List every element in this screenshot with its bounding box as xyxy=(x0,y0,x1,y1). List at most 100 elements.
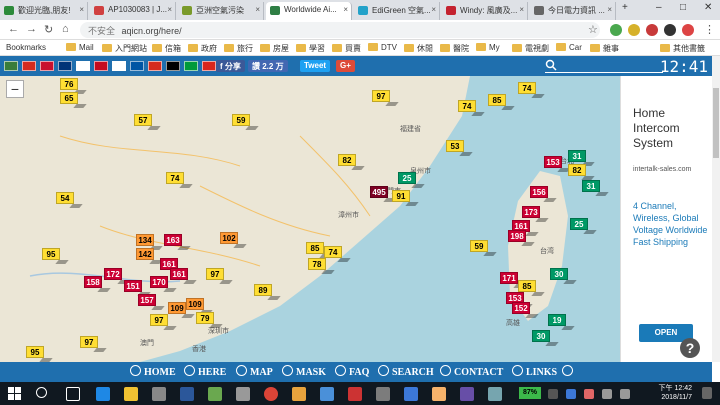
menu-search[interactable]: SEARCH xyxy=(378,365,434,378)
aqi-marker[interactable]: 76 xyxy=(60,78,78,90)
menu-faq[interactable]: FAQ xyxy=(335,365,369,378)
aqi-marker[interactable]: 74 xyxy=(324,246,342,258)
ad-url[interactable]: intertalk-sales.com xyxy=(633,166,691,173)
aqi-marker[interactable]: 142 xyxy=(136,248,154,260)
tab-3[interactable]: 亞洲空氣污染 × xyxy=(178,2,264,20)
bookmark-item[interactable]: 房屋 xyxy=(260,43,289,54)
language-flag[interactable] xyxy=(40,61,54,71)
tab-5[interactable]: EdiGreen 空氣... × xyxy=(354,2,440,20)
tab-4-active[interactable]: Worldwide Ai... × xyxy=(266,2,352,20)
aqi-marker[interactable]: 85 xyxy=(518,280,536,292)
forward-icon[interactable]: → xyxy=(26,23,37,35)
close-icon[interactable]: × xyxy=(255,5,260,14)
extension-icon[interactable] xyxy=(682,24,694,36)
store-icon[interactable] xyxy=(152,387,166,401)
bookmark-item[interactable]: My xyxy=(476,43,500,52)
close-icon[interactable]: × xyxy=(167,5,172,14)
bookmark-item[interactable]: 政府 xyxy=(188,43,217,54)
app-icon[interactable] xyxy=(236,387,250,401)
language-flag[interactable] xyxy=(184,61,198,71)
aqi-marker[interactable]: 79 xyxy=(196,312,214,324)
home-icon[interactable]: ⌂ xyxy=(62,23,69,35)
bookmark-item[interactable]: 雜事 xyxy=(590,43,619,54)
aqi-marker[interactable]: 156 xyxy=(530,186,548,198)
bookmark-item[interactable]: 電視劇 xyxy=(512,43,549,54)
tray-icon[interactable] xyxy=(566,389,576,399)
app-icon[interactable] xyxy=(488,387,502,401)
language-flag[interactable] xyxy=(202,61,216,71)
close-window-icon[interactable]: ✕ xyxy=(704,2,712,13)
aqi-marker[interactable]: 97 xyxy=(206,268,224,280)
aqi-marker[interactable]: 30 xyxy=(532,330,550,342)
bookmark-item[interactable]: 旅行 xyxy=(224,43,253,54)
volume-icon[interactable] xyxy=(620,389,630,399)
back-icon[interactable]: ← xyxy=(8,23,19,35)
menu-links[interactable]: LINKS xyxy=(512,365,557,378)
aqi-marker[interactable]: 158 xyxy=(84,276,102,288)
ad-title[interactable]: Home Intercom System xyxy=(633,106,709,151)
menu-here[interactable]: HERE xyxy=(184,365,226,378)
app-icon[interactable] xyxy=(320,387,334,401)
close-icon[interactable]: × xyxy=(519,5,524,14)
bookmark-item[interactable]: DTV xyxy=(368,43,397,52)
extension-icon[interactable] xyxy=(610,24,622,36)
bookmark-item[interactable]: 學習 xyxy=(296,43,325,54)
battery-indicator[interactable]: 87% xyxy=(519,387,541,399)
aqi-marker[interactable]: 82 xyxy=(568,164,586,176)
wifi-icon[interactable] xyxy=(602,389,612,399)
aqi-marker[interactable]: 173 xyxy=(522,206,540,218)
share-button[interactable]: f 分享 xyxy=(216,60,245,72)
aqi-marker[interactable]: 157 xyxy=(138,294,156,306)
language-flag[interactable] xyxy=(22,61,36,71)
close-icon[interactable]: × xyxy=(343,5,348,14)
gplus-button[interactable]: G+ xyxy=(336,60,355,72)
aqi-marker[interactable]: 198 xyxy=(508,230,526,242)
aqi-marker[interactable]: 54 xyxy=(56,192,74,204)
bookmark-item[interactable]: 信箱 xyxy=(152,43,181,54)
aqi-marker[interactable]: 57 xyxy=(134,114,152,126)
scrollbar-thumb[interactable] xyxy=(713,88,719,158)
aqi-marker[interactable]: 59 xyxy=(232,114,250,126)
aqi-marker[interactable]: 82 xyxy=(338,154,356,166)
extension-icon[interactable] xyxy=(664,24,676,36)
new-tab-icon[interactable]: + xyxy=(622,2,628,13)
edge-icon[interactable] xyxy=(96,387,110,401)
aqi-marker[interactable]: 109 xyxy=(186,298,204,310)
page-scrollbar[interactable] xyxy=(712,56,720,362)
aqi-marker[interactable]: 59 xyxy=(470,240,488,252)
aqi-marker[interactable]: 89 xyxy=(254,284,272,296)
aqi-marker[interactable]: 495 xyxy=(370,186,388,198)
app-icon[interactable] xyxy=(376,387,390,401)
tab-1[interactable]: 歡迎光臨,朋友! × xyxy=(0,2,88,20)
app-icon[interactable] xyxy=(404,387,418,401)
bookmark-item[interactable]: 買賣 xyxy=(332,43,361,54)
like-button[interactable]: 讚 2.2 万 xyxy=(248,60,288,72)
extension-icon[interactable] xyxy=(628,24,640,36)
language-flag[interactable] xyxy=(130,61,144,71)
extension-icon[interactable] xyxy=(646,24,658,36)
tab-7[interactable]: 今日電力資訊 ... × xyxy=(530,2,616,20)
file-explorer-icon[interactable] xyxy=(124,387,138,401)
aqi-marker[interactable]: 161 xyxy=(170,268,188,280)
aqi-marker[interactable]: 109 xyxy=(168,302,186,314)
url-input[interactable]: 不安全 aqicn.org/here/ xyxy=(80,22,600,38)
tray-icon[interactable] xyxy=(548,389,558,399)
aqi-marker[interactable]: 91 xyxy=(392,190,410,202)
aqi-marker[interactable]: 30 xyxy=(550,268,568,280)
bookmark-item[interactable]: 休閒 xyxy=(404,43,433,54)
aqi-marker[interactable]: 31 xyxy=(568,150,586,162)
bookmark-item[interactable]: 入門網站 xyxy=(102,43,147,54)
aqi-marker[interactable]: 97 xyxy=(150,314,168,326)
windows-start-icon[interactable] xyxy=(8,387,22,401)
aqi-marker[interactable]: 74 xyxy=(458,100,476,112)
settings-gear[interactable] xyxy=(562,365,576,378)
tab-6[interactable]: Windy: 風廣及... × xyxy=(442,2,528,20)
tab-2[interactable]: AP1030083 | J... × xyxy=(90,2,176,20)
aqi-marker[interactable]: 78 xyxy=(308,258,326,270)
app-icon[interactable] xyxy=(432,387,446,401)
aqi-marker[interactable]: 74 xyxy=(166,172,184,184)
aqi-marker[interactable]: 97 xyxy=(80,336,98,348)
maximize-icon[interactable]: □ xyxy=(680,2,686,13)
search-input[interactable] xyxy=(545,59,663,73)
language-flag[interactable] xyxy=(112,61,126,71)
